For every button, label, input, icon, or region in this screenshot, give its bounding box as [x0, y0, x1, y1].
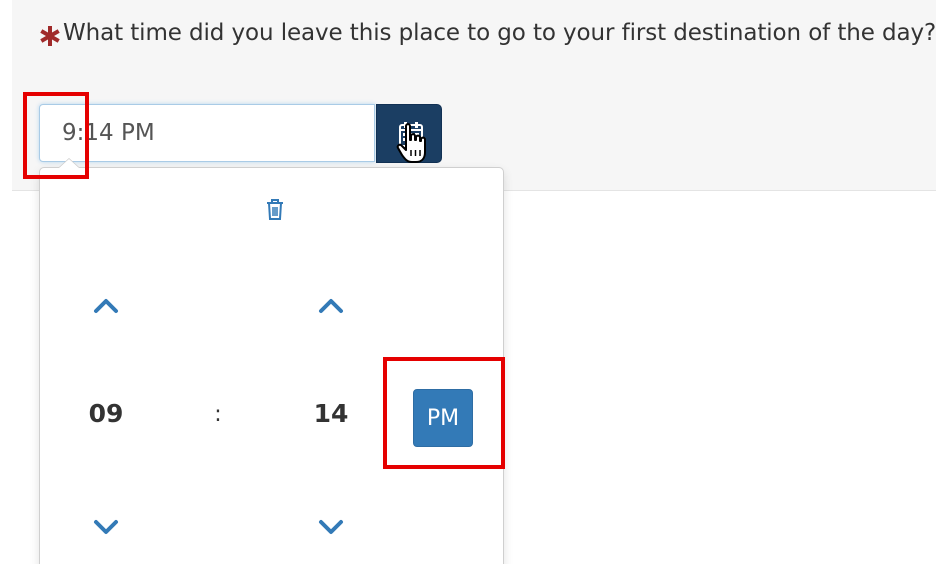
minute-increment-chevron-up-icon[interactable] — [316, 296, 346, 316]
time-separator: : — [214, 402, 222, 427]
am-pm-toggle-button[interactable]: PM — [413, 389, 473, 447]
minute-value[interactable]: 14 — [305, 399, 357, 428]
minute-decrement-chevron-down-icon[interactable] — [316, 517, 346, 537]
hour-increment-chevron-up-icon[interactable] — [91, 296, 121, 316]
time-input[interactable] — [39, 104, 375, 162]
picker-pointer-inner — [59, 159, 79, 168]
time-picker-dropdown — [39, 167, 504, 564]
trash-icon[interactable] — [262, 196, 288, 222]
hour-value[interactable]: 09 — [80, 399, 132, 428]
question-text: What time did you leave this place to go… — [63, 20, 936, 46]
hour-decrement-chevron-down-icon[interactable] — [91, 517, 121, 537]
hand-cursor-icon — [396, 123, 426, 163]
required-asterisk-icon — [40, 26, 60, 46]
page: What time did you leave this place to go… — [0, 0, 936, 564]
